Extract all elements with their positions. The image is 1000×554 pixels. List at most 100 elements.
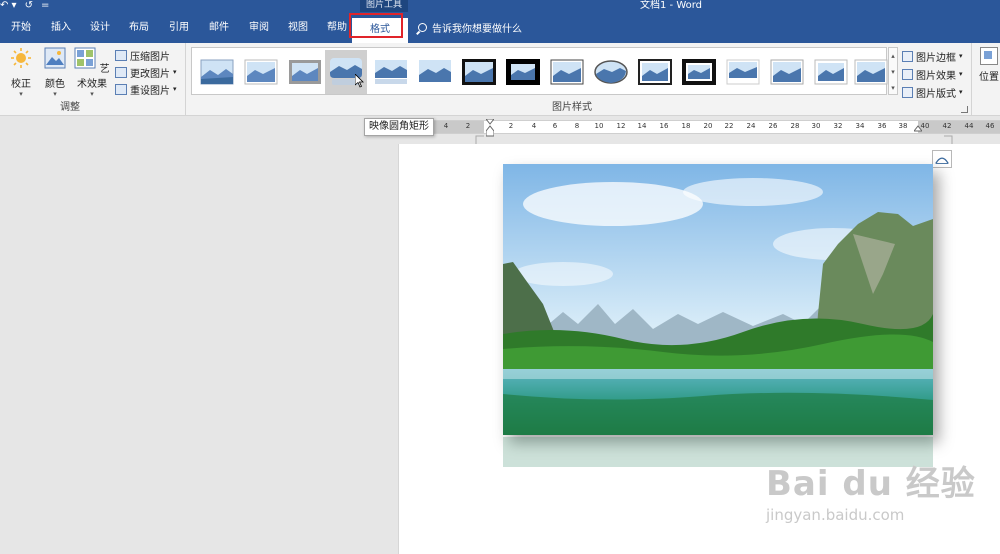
picture-style-icon bbox=[682, 59, 716, 85]
style-thumb-7[interactable] bbox=[459, 52, 499, 92]
style-thumb-16[interactable] bbox=[851, 52, 891, 92]
artistic-effects-icon bbox=[74, 47, 96, 69]
picture-style-icon bbox=[770, 59, 804, 85]
reset-picture-button[interactable]: 重设图片 ▾ bbox=[115, 81, 177, 97]
customize-qat-button[interactable]: = bbox=[41, 0, 49, 12]
tab-format[interactable]: 格式 bbox=[349, 13, 408, 43]
picture-style-icon bbox=[854, 59, 888, 85]
picture-color-icon bbox=[44, 47, 66, 69]
chevron-down-icon: ▾ bbox=[53, 90, 57, 98]
redo-button[interactable]: ↺ bbox=[25, 0, 33, 12]
change-picture-button[interactable]: 更改图片 ▾ bbox=[115, 64, 177, 80]
chevron-down-icon: ▾ bbox=[90, 90, 94, 98]
position-icon bbox=[980, 47, 998, 65]
ruler-tick: 12 bbox=[616, 122, 626, 130]
ruler-tick: 14 bbox=[637, 122, 647, 130]
tab-home[interactable]: 开始 bbox=[2, 12, 40, 43]
ruler-tick: 46 bbox=[985, 122, 995, 130]
ruler-tick: 22 bbox=[724, 122, 734, 130]
mouse-cursor-icon bbox=[355, 74, 364, 88]
undo-button[interactable]: ↶ ▾ bbox=[0, 0, 17, 12]
corrections-button[interactable]: 校正 ▾ bbox=[6, 47, 36, 99]
picture-style-icon bbox=[506, 59, 540, 85]
picture-layout-button[interactable]: 图片版式 ▾ bbox=[902, 83, 963, 101]
tab-view[interactable]: 视图 bbox=[279, 12, 317, 43]
picture-style-icon bbox=[200, 59, 234, 85]
ruler-tick: 10 bbox=[594, 122, 604, 130]
ruler-tick: 36 bbox=[877, 122, 887, 130]
chevron-down-icon[interactable]: ▾ bbox=[889, 64, 897, 80]
tab-mailings[interactable]: 邮件 bbox=[200, 12, 238, 43]
ruler-tick: 18 bbox=[681, 122, 691, 130]
right-indent-marker-icon[interactable] bbox=[914, 119, 922, 137]
style-thumb-12[interactable] bbox=[679, 52, 719, 92]
color-label: 颜色 bbox=[45, 79, 65, 90]
style-thumb-3[interactable] bbox=[285, 52, 325, 92]
style-thumb-8[interactable] bbox=[503, 52, 543, 92]
gallery-scrollbar[interactable]: ▴ ▾ ▾ bbox=[888, 47, 898, 95]
color-button[interactable]: 颜色 ▾ bbox=[40, 47, 70, 99]
tab-help[interactable]: 帮助 bbox=[318, 12, 356, 43]
group-label-picture-styles: 图片样式 bbox=[552, 102, 592, 113]
ruler-tick: 20 bbox=[703, 122, 713, 130]
style-thumb-15[interactable] bbox=[811, 52, 851, 92]
tab-references[interactable]: 引用 bbox=[160, 12, 198, 43]
dialog-launcher-icon[interactable] bbox=[961, 106, 968, 113]
chevron-down-icon: ▾ bbox=[959, 88, 963, 96]
ruler-tick: 30 bbox=[811, 122, 821, 130]
tab-design[interactable]: 设计 bbox=[81, 12, 119, 43]
reset-picture-label: 重设图片 bbox=[130, 85, 170, 97]
style-thumb-13[interactable] bbox=[723, 52, 763, 92]
document-title: 文档1 - Word bbox=[640, 0, 703, 11]
horizontal-ruler[interactable]: 4 2 2 4 6 8 10 12 14 16 18 20 22 24 26 2… bbox=[432, 119, 1000, 137]
style-thumb-5[interactable] bbox=[371, 52, 411, 92]
picture-style-icon bbox=[419, 60, 451, 82]
layout-icon bbox=[902, 86, 913, 98]
tab-layout[interactable]: 布局 bbox=[120, 12, 158, 43]
chevron-down-icon: ▾ bbox=[959, 52, 963, 60]
ruler-tick: 2 bbox=[465, 122, 471, 130]
landscape-picture[interactable] bbox=[503, 164, 933, 435]
picture-tools-context-label: 图片工具 bbox=[360, 0, 408, 12]
artistic-effects-button[interactable]: 艺术效果 ▾ bbox=[72, 47, 112, 99]
tell-me-text: 告诉我你想要做什么 bbox=[432, 24, 522, 35]
picture-style-icon bbox=[375, 60, 407, 84]
corrections-label: 校正 bbox=[11, 79, 31, 90]
picture-style-icon bbox=[550, 59, 584, 85]
ruler-tick: 2 bbox=[508, 122, 514, 130]
ruler-tick: 16 bbox=[659, 122, 669, 130]
tab-insert[interactable]: 插入 bbox=[42, 12, 80, 43]
picture-style-icon bbox=[244, 59, 278, 85]
gallery-more-icon[interactable]: ▾ bbox=[889, 80, 897, 96]
ruler-tick: 26 bbox=[768, 122, 778, 130]
ribbon: 校正 ▾ 颜色 ▾ 艺术效果 ▾ 压缩图片 更改图片 ▾ 重设图片 ▾ 调整 ▴… bbox=[0, 43, 1000, 116]
chevron-up-icon[interactable]: ▴ bbox=[889, 48, 897, 64]
position-label: 位置 bbox=[979, 72, 999, 83]
style-thumb-6[interactable] bbox=[415, 52, 455, 92]
layout-options-icon[interactable] bbox=[932, 150, 952, 168]
position-button[interactable]: 位置 bbox=[978, 47, 1000, 83]
style-thumb-9[interactable] bbox=[547, 52, 587, 92]
ruler-tick: 34 bbox=[855, 122, 865, 130]
ruler-tick: 42 bbox=[942, 122, 952, 130]
group-adjust: 校正 ▾ 颜色 ▾ 艺术效果 ▾ 压缩图片 更改图片 ▾ 重设图片 ▾ 调整 bbox=[0, 43, 186, 116]
style-thumb-1[interactable] bbox=[197, 52, 237, 92]
tell-me-box[interactable]: 告诉我你想要做什么 bbox=[418, 12, 522, 43]
style-thumb-oval[interactable] bbox=[591, 52, 631, 92]
margin-corner-mark bbox=[944, 135, 953, 144]
style-thumb-2[interactable] bbox=[241, 52, 281, 92]
quick-access-toolbar: ↶ ▾ ↺ = bbox=[0, 0, 49, 12]
group-picture-styles: ▴ ▾ ▾ 图片边框 ▾ 图片效果 ▾ 图片版式 ▾ 图片样式 bbox=[186, 43, 972, 116]
picture-effects-button[interactable]: 图片效果 ▾ bbox=[902, 65, 963, 83]
style-thumb-11[interactable] bbox=[635, 52, 675, 92]
indent-marker-icon[interactable] bbox=[486, 119, 494, 137]
compress-pictures-button[interactable]: 压缩图片 bbox=[115, 47, 170, 63]
baidu-jingyan-watermark: Bai du 经验 jingyan.baidu.com bbox=[766, 456, 996, 530]
picture-border-button[interactable]: 图片边框 ▾ bbox=[902, 47, 963, 65]
style-thumb-14[interactable] bbox=[767, 52, 807, 92]
tab-review[interactable]: 审阅 bbox=[240, 12, 278, 43]
ruler-tick: 6 bbox=[552, 122, 558, 130]
search-icon bbox=[418, 23, 427, 32]
sun-icon bbox=[11, 48, 31, 68]
chevron-down-icon: ▾ bbox=[173, 85, 177, 93]
